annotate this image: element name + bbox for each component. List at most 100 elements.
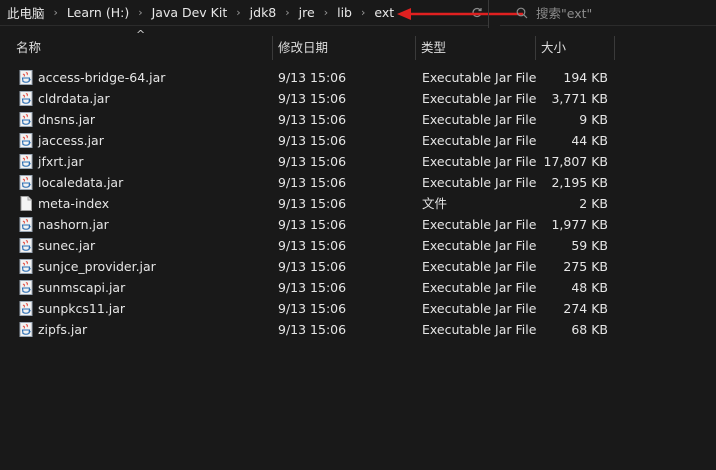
file-row[interactable]: jfxrt.jar 9/13 15:06 Executable Jar File 17… [0, 151, 716, 172]
jar-file-icon [19, 154, 33, 169]
breadcrumb-item-drive[interactable]: Learn (H:) [64, 5, 132, 20]
file-name: sunmscapi.jar [38, 280, 126, 295]
breadcrumb-item-jdk8[interactable]: jdk8 [247, 5, 280, 20]
file-date: 9/13 15:06 [278, 70, 347, 85]
chevron-right-icon[interactable]: › [230, 6, 246, 19]
file-size: 68 KB [571, 322, 608, 337]
file-size: 274 KB [563, 301, 608, 316]
breadcrumb-item-jre[interactable]: jre [296, 5, 318, 20]
breadcrumb-item-this-pc[interactable]: 此电脑 [4, 3, 48, 22]
file-size: 194 KB [563, 70, 608, 85]
search-icon [516, 7, 528, 18]
divider [488, 0, 489, 28]
file-date: 9/13 15:06 [278, 112, 347, 127]
column-resize-handle[interactable] [614, 36, 615, 60]
file-row[interactable]: jaccess.jar 9/13 15:06 Executable Jar File… [0, 130, 716, 151]
jar-file-icon [19, 259, 33, 274]
file-name: sunpkcs11.jar [38, 301, 126, 316]
file-date: 9/13 15:06 [278, 238, 347, 253]
file-date: 9/13 15:06 [278, 322, 347, 337]
file-size: 59 KB [571, 238, 608, 253]
jar-file-icon [19, 175, 33, 190]
file-row[interactable]: dnsns.jar 9/13 15:06 Executable Jar File 9 … [0, 109, 716, 130]
file-date: 9/13 15:06 [278, 196, 347, 211]
file-size: 1,977 KB [551, 217, 608, 232]
jar-file-icon [19, 322, 33, 337]
file-type: Executable Jar File [422, 112, 537, 127]
chevron-right-icon[interactable]: › [132, 6, 148, 19]
breadcrumb-item-java-dev-kit[interactable]: Java Dev Kit [149, 5, 231, 20]
file-type: Executable Jar File [422, 70, 537, 85]
file-name: jaccess.jar [38, 133, 104, 148]
file-row[interactable]: access-bridge-64.jar 9/13 15:06 Executable… [0, 67, 716, 88]
file-size: 17,807 KB [543, 154, 608, 169]
file-date: 9/13 15:06 [278, 217, 347, 232]
column-header-size[interactable]: 大小 [535, 34, 615, 62]
breadcrumb-item-lib[interactable]: lib [334, 5, 355, 20]
file-size: 9 KB [579, 112, 608, 127]
file-type: Executable Jar File [422, 175, 537, 190]
file-row[interactable]: sunmscapi.jar 9/13 15:06 Executable Jar Fi… [0, 277, 716, 298]
file-row[interactable]: sunpkcs11.jar 9/13 15:06 Executable Jar Fi… [0, 298, 716, 319]
file-size: 3,771 KB [551, 91, 608, 106]
file-type: Executable Jar File [422, 301, 537, 316]
jar-file-icon [19, 91, 33, 106]
chevron-right-icon[interactable]: › [355, 6, 371, 19]
file-name: sunjce_provider.jar [38, 259, 156, 274]
jar-file-icon [19, 301, 33, 316]
file-name: cldrdata.jar [38, 91, 110, 106]
file-row[interactable]: sunec.jar 9/13 15:06 Executable Jar File 59… [0, 235, 716, 256]
jar-file-icon [19, 280, 33, 295]
file-size: 2,195 KB [551, 175, 608, 190]
file-size: 48 KB [571, 280, 608, 295]
chevron-right-icon[interactable]: › [279, 6, 295, 19]
file-type: Executable Jar File [422, 238, 537, 253]
file-row[interactable]: zipfs.jar 9/13 15:06 Executable Jar File 68… [0, 319, 716, 340]
file-name: meta-index [38, 196, 110, 211]
file-date: 9/13 15:06 [278, 91, 347, 106]
file-type: Executable Jar File [422, 217, 537, 232]
file-name: sunec.jar [38, 238, 96, 253]
file-list: access-bridge-64.jar 9/13 15:06 Executable… [0, 67, 716, 340]
file-size: 44 KB [571, 133, 608, 148]
column-header-row: ^ 名称 修改日期 类型 大小 [0, 28, 716, 62]
column-header-type[interactable]: 类型 [415, 34, 535, 62]
column-header-date[interactable]: 修改日期 [272, 34, 416, 62]
file-type: Executable Jar File [422, 259, 537, 274]
jar-file-icon [19, 112, 33, 127]
file-name: nashorn.jar [38, 217, 109, 232]
file-name: access-bridge-64.jar [38, 70, 166, 85]
file-name: zipfs.jar [38, 322, 88, 337]
file-date: 9/13 15:06 [278, 259, 347, 274]
file-name: localedata.jar [38, 175, 124, 190]
file-type: Executable Jar File [422, 322, 537, 337]
file-date: 9/13 15:06 [278, 133, 347, 148]
file-type: Executable Jar File [422, 133, 537, 148]
file-type: Executable Jar File [422, 154, 537, 169]
jar-file-icon [19, 70, 33, 85]
file-row[interactable]: nashorn.jar 9/13 15:06 Executable Jar File… [0, 214, 716, 235]
chevron-right-icon[interactable]: › [48, 6, 64, 19]
file-name: jfxrt.jar [38, 154, 84, 169]
file-date: 9/13 15:06 [278, 154, 347, 169]
file-size: 275 KB [563, 259, 608, 274]
file-type: Executable Jar File [422, 280, 537, 295]
jar-file-icon [19, 217, 33, 232]
file-date: 9/13 15:06 [278, 301, 347, 316]
column-header-name[interactable]: 名称 [10, 34, 272, 62]
jar-file-icon [19, 133, 33, 148]
jar-file-icon [19, 238, 33, 253]
file-icon [19, 196, 33, 211]
chevron-right-icon[interactable]: › [318, 6, 334, 19]
file-row[interactable]: sunjce_provider.jar 9/13 15:06 Executable … [0, 256, 716, 277]
file-row[interactable]: localedata.jar 9/13 15:06 Executable Jar F… [0, 172, 716, 193]
file-type: Executable Jar File [422, 91, 537, 106]
file-row[interactable]: meta-index 9/13 15:06 文件 2 KB [0, 193, 716, 214]
file-name: dnsns.jar [38, 112, 96, 127]
file-date: 9/13 15:06 [278, 280, 347, 295]
search-box[interactable]: 搜索"ext" [500, 0, 716, 26]
file-size: 2 KB [579, 196, 608, 211]
search-placeholder: 搜索"ext" [536, 6, 593, 21]
file-row[interactable]: cldrdata.jar 9/13 15:06 Executable Jar Fil… [0, 88, 716, 109]
breadcrumb-item-ext[interactable]: ext [371, 5, 397, 20]
